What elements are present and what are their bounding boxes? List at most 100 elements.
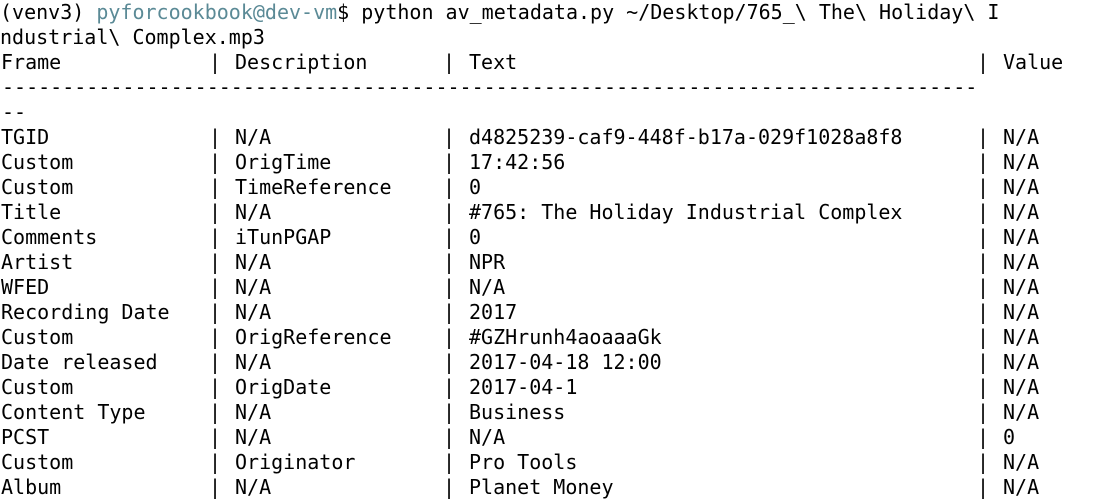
cell-value: N/A bbox=[1003, 275, 1040, 299]
cell-text: N/A bbox=[469, 425, 506, 449]
cell-value: N/A bbox=[1003, 475, 1040, 499]
column-separator: | bbox=[443, 275, 456, 299]
table-row: Custom | TimeReference | 0 | N/A bbox=[0, 175, 1100, 200]
table-body: TGID | N/A | d4825239-caf9-448f-b17a-029f102… bbox=[0, 125, 1100, 500]
terminal-window[interactable]: (venv3) pyforcookbook@dev-vm$ python av_… bbox=[0, 0, 1100, 501]
prompt-symbol: $ bbox=[337, 0, 350, 24]
column-separator: | bbox=[977, 150, 990, 174]
column-separator: | bbox=[443, 125, 456, 149]
column-separator: | bbox=[443, 425, 456, 449]
cell-frame: Custom bbox=[1, 325, 74, 349]
table-row: WFED | N/A | N/A | N/A bbox=[0, 275, 1100, 300]
column-separator: | bbox=[209, 200, 222, 224]
cell-text: 2017-04-18 12:00 bbox=[469, 350, 662, 374]
cell-value: N/A bbox=[1003, 250, 1040, 274]
column-separator: | bbox=[977, 400, 990, 424]
prompt-user-host: pyforcookbook@dev-vm bbox=[96, 0, 338, 24]
table-row: Comments | iTunPGAP | 0 | N/A bbox=[0, 225, 1100, 250]
column-separator: | bbox=[209, 150, 222, 174]
cell-description: N/A bbox=[235, 250, 272, 274]
column-separator: | bbox=[443, 225, 456, 249]
column-separator: | bbox=[209, 425, 222, 449]
column-separator: | bbox=[977, 200, 990, 224]
column-separator: | bbox=[209, 50, 222, 74]
cell-value: N/A bbox=[1003, 225, 1040, 249]
column-separator: | bbox=[977, 325, 990, 349]
prompt-line: (venv3) pyforcookbook@dev-vm$ python av_… bbox=[0, 0, 1100, 25]
table-row: Title | N/A | #765: The Holiday Industrial C… bbox=[0, 200, 1100, 225]
header-value: Value bbox=[1003, 50, 1064, 74]
cell-frame: Date released bbox=[1, 350, 158, 374]
cell-frame: Recording Date bbox=[1, 300, 170, 324]
column-separator: | bbox=[443, 175, 456, 199]
cell-value: N/A bbox=[1003, 400, 1040, 424]
cell-frame: Comments bbox=[1, 225, 98, 249]
header-text: Text bbox=[469, 50, 518, 74]
table-row: TGID | N/A | d4825239-caf9-448f-b17a-029f102… bbox=[0, 125, 1100, 150]
cell-description: iTunPGAP bbox=[235, 225, 332, 249]
cell-frame: WFED bbox=[1, 275, 50, 299]
table-row: PCST | N/A | N/A | 0 bbox=[0, 425, 1100, 450]
table-row: Artist | N/A | NPR | N/A bbox=[0, 250, 1100, 275]
table-rule: ----------------------------------------… bbox=[2, 75, 978, 99]
cell-value: 0 bbox=[1003, 425, 1016, 449]
command-text-wrap: ndustrial\ Complex.mp3 bbox=[0, 25, 265, 49]
table-row: Album | N/A | Planet Money | N/A bbox=[0, 475, 1100, 500]
column-separator: | bbox=[209, 175, 222, 199]
cell-value: N/A bbox=[1003, 150, 1040, 174]
cell-frame: TGID bbox=[1, 125, 50, 149]
column-separator: | bbox=[209, 300, 222, 324]
virtualenv-indicator: (venv3) bbox=[0, 0, 85, 24]
cell-text: 2017 bbox=[469, 300, 518, 324]
command-text: python av_metadata.py ~/Desktop/765_\ Th… bbox=[361, 0, 1000, 24]
cell-text: Planet Money bbox=[469, 475, 614, 499]
cell-text: 0 bbox=[469, 225, 482, 249]
cell-value: N/A bbox=[1003, 350, 1040, 374]
column-separator: | bbox=[209, 275, 222, 299]
cell-value: N/A bbox=[1003, 300, 1040, 324]
cell-value: N/A bbox=[1003, 125, 1040, 149]
column-separator: | bbox=[443, 450, 456, 474]
header-frame: Frame bbox=[1, 50, 62, 74]
cell-description: N/A bbox=[235, 275, 272, 299]
column-separator: | bbox=[209, 400, 222, 424]
cell-value: N/A bbox=[1003, 450, 1040, 474]
column-separator: | bbox=[209, 450, 222, 474]
cell-value: N/A bbox=[1003, 175, 1040, 199]
column-separator: | bbox=[977, 275, 990, 299]
command-continuation: ndustrial\ Complex.mp3 bbox=[0, 25, 1100, 50]
table-row: Date released | N/A | 2017-04-18 12:00 | N/A bbox=[0, 350, 1100, 375]
cell-description: TimeReference bbox=[235, 175, 392, 199]
column-separator: | bbox=[209, 125, 222, 149]
cell-frame: Title bbox=[1, 200, 62, 224]
header-description: Description bbox=[235, 50, 368, 74]
table-row: Content Type | N/A | Business | N/A bbox=[0, 400, 1100, 425]
cell-frame: Custom bbox=[1, 375, 74, 399]
cell-description: Originator bbox=[235, 450, 356, 474]
column-separator: | bbox=[977, 50, 990, 74]
column-separator: | bbox=[209, 475, 222, 499]
column-separator: | bbox=[977, 425, 990, 449]
cell-description: OrigTime bbox=[235, 150, 332, 174]
cell-text: #GZHrunh4aoaaaGk bbox=[469, 325, 662, 349]
column-separator: | bbox=[443, 250, 456, 274]
column-separator: | bbox=[977, 375, 990, 399]
column-separator: | bbox=[443, 200, 456, 224]
column-separator: | bbox=[209, 350, 222, 374]
table-row: Custom | OrigTime | 17:42:56 | N/A bbox=[0, 150, 1100, 175]
column-separator: | bbox=[209, 250, 222, 274]
column-separator: | bbox=[209, 225, 222, 249]
cell-frame: Custom bbox=[1, 150, 74, 174]
cell-description: N/A bbox=[235, 200, 272, 224]
cell-frame: Custom bbox=[1, 175, 74, 199]
column-separator: | bbox=[977, 300, 990, 324]
table-row: Custom | OrigDate | 2017-04-1 | N/A bbox=[0, 375, 1100, 400]
cell-text: d4825239-caf9-448f-b17a-029f1028a8f8 bbox=[469, 125, 903, 149]
column-separator: | bbox=[977, 225, 990, 249]
column-separator: | bbox=[209, 325, 222, 349]
cell-frame: Custom bbox=[1, 450, 74, 474]
cell-frame: Album bbox=[1, 475, 62, 499]
table-row: Custom | Originator | Pro Tools | N/A bbox=[0, 450, 1100, 475]
table-header-row: Frame | Description | Text | Value bbox=[0, 50, 1100, 75]
cell-text: 17:42:56 bbox=[469, 150, 566, 174]
